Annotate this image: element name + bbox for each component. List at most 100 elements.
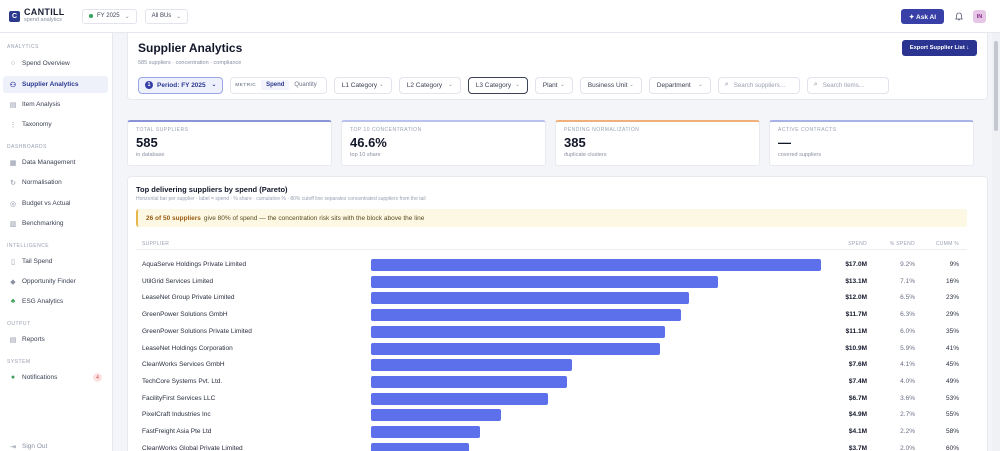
pct-spend-value: 4.1% xyxy=(900,361,915,369)
bar-track xyxy=(371,409,821,422)
sidebar-item-spend-overview[interactable]: ○ Spend Overview xyxy=(3,55,108,72)
spend-bar[interactable] xyxy=(371,309,681,322)
department-dropdown[interactable]: Department ⌄ xyxy=(648,76,711,94)
metric-option-quantity[interactable]: Quantity xyxy=(289,80,321,90)
supplier-name[interactable]: PixelCraft Industries Inc xyxy=(142,411,211,418)
sidebar-item-normalisation[interactable]: ↻ Normalisation xyxy=(3,174,108,191)
spend-bar[interactable] xyxy=(371,442,469,451)
sidebar-item-budget-vs-actual[interactable]: ◎ Budget vs Actual xyxy=(3,195,108,212)
plant-dropdown[interactable]: Plant ⌄ xyxy=(534,76,573,94)
dropdown-label: L1 Category xyxy=(341,81,378,89)
scrollbar-thumb[interactable] xyxy=(994,41,998,131)
pct-spend-value: 2.7% xyxy=(900,411,915,419)
supplier-name[interactable]: GreenPower Solutions Private Limited xyxy=(142,328,252,335)
user-avatar[interactable]: IN xyxy=(973,10,986,23)
target-icon: ◎ xyxy=(9,200,17,208)
dropdown-label: Plant xyxy=(542,81,558,89)
sidebar-item-notifications[interactable]: ● Notifications 4 xyxy=(3,369,108,386)
table-row[interactable]: PixelCraft Industries Inc $4.9M 2.7% 55% xyxy=(136,407,967,424)
sidebar-item-supplier-analytics[interactable]: ⚇ Supplier Analytics xyxy=(3,76,108,93)
spend-bar[interactable] xyxy=(371,325,665,338)
column-header-cumm-pct[interactable]: CUMM % xyxy=(936,241,959,247)
search-items-input[interactable]: ⌕ Search items… xyxy=(806,76,889,94)
spend-bar[interactable] xyxy=(371,259,821,271)
spend-bar[interactable] xyxy=(371,409,501,422)
export-supplier-list-button[interactable]: Export Supplier List ↓ xyxy=(902,40,977,56)
supplier-name[interactable]: GreenPower Solutions GmbH xyxy=(142,311,228,318)
table-row[interactable]: FastFreight Asia Pte Ltd $4.1M 2.2% 58% xyxy=(136,424,967,441)
spend-bar[interactable] xyxy=(371,392,549,405)
supplier-name[interactable]: FastFreight Asia Pte Ltd xyxy=(142,428,211,435)
sidebar-item-esg-analytics[interactable]: ♣ ESG Analytics xyxy=(3,293,108,310)
table-row[interactable]: UtilGrid Services Limited $13.1M 7.1% 16% xyxy=(136,274,967,291)
table-row[interactable]: LeaseNet Group Private Limited $12.0M 6.5%… xyxy=(136,290,967,307)
table-row[interactable]: CleanWorks Services GmbH $7.6M 4.1% 45% xyxy=(136,357,967,374)
chevron-down-icon: ⌄ xyxy=(176,13,182,20)
period-filter[interactable]: 1 Period: FY 2025 ⌄ xyxy=(138,76,224,94)
table-row[interactable]: AquaServe Holdings Private Limited $17.0M… xyxy=(136,257,967,274)
metric-option-spend[interactable]: Spend xyxy=(261,80,290,90)
search-icon: ⌕ xyxy=(724,81,729,88)
supplier-name[interactable]: AquaServe Holdings Private Limited xyxy=(142,261,246,268)
spend-value: $12.0M xyxy=(845,294,867,302)
table-row[interactable]: FacilityFirst Services LLC $6.7M 3.6% 53% xyxy=(136,391,967,408)
l3-category-dropdown[interactable]: L3 Category ⌄ xyxy=(467,76,528,94)
sidebar-item-tail-spend[interactable]: ▯ Tail Spend xyxy=(3,253,108,270)
supplier-name[interactable]: LeaseNet Holdings Corporation xyxy=(142,345,233,352)
main-content: Supplier Analytics 585 suppliers · conce… xyxy=(113,33,1000,451)
spend-bar[interactable] xyxy=(371,426,480,438)
sidebar-item-label: Benchmarking xyxy=(22,220,64,227)
spend-bar[interactable] xyxy=(371,375,567,388)
column-header-pct-spend[interactable]: % SPEND xyxy=(890,241,915,247)
sidebar-item-benchmarking[interactable]: ▥ Benchmarking xyxy=(3,215,108,232)
page-subtitle: 585 suppliers · concentration · complian… xyxy=(138,60,242,66)
app-tagline: spend analytics xyxy=(24,17,62,24)
table-row[interactable]: GreenPower Solutions GmbH $11.7M 6.3% 29% xyxy=(136,307,967,324)
cumulative-pct-value: 29% xyxy=(945,311,959,319)
table-row[interactable]: CleanWorks Global Private Limited $3.7M 2.… xyxy=(136,441,967,451)
sign-out-button[interactable]: ⇥ Sign Out xyxy=(3,438,108,451)
metric-toggle: METRIC Spend Quantity xyxy=(230,76,327,94)
sidebar-item-label: Normalisation xyxy=(22,179,62,186)
spend-bar[interactable] xyxy=(371,342,660,355)
spend-bar[interactable] xyxy=(371,275,718,288)
supplier-name[interactable]: LeaseNet Group Private Limited xyxy=(142,294,235,301)
column-header-supplier[interactable]: SUPPLIER xyxy=(142,241,169,247)
sidebar-item-opportunity-finder[interactable]: ◆ Opportunity Finder xyxy=(3,273,108,290)
spend-bar[interactable] xyxy=(371,359,573,372)
column-header-spend[interactable]: SPEND xyxy=(848,241,867,247)
sign-out-icon: ⇥ xyxy=(10,443,16,451)
search-suppliers-input[interactable]: ⌕ Search suppliers… xyxy=(717,76,800,94)
table-row[interactable]: TechCore Systems Pvt. Ltd. $7.4M 4.0% 49% xyxy=(136,374,967,391)
cumulative-pct-value: 35% xyxy=(945,327,959,335)
page-scrollbar[interactable] xyxy=(992,33,1000,451)
sidebar-item-reports[interactable]: ▤ Reports xyxy=(3,331,108,348)
l2-category-dropdown[interactable]: L2 Category ⌄ xyxy=(398,76,461,94)
sidebar-item-data-management[interactable]: ▦ Data Management xyxy=(3,154,108,171)
l1-category-dropdown[interactable]: L1 Category ⌄ xyxy=(333,76,392,94)
supplier-name[interactable]: CleanWorks Services GmbH xyxy=(142,361,225,368)
table-row[interactable]: LeaseNet Holdings Corporation $10.9M 5.9% 4… xyxy=(136,341,967,358)
supplier-name[interactable]: CleanWorks Global Private Limited xyxy=(142,445,243,451)
spend-value: $7.6M xyxy=(848,361,867,369)
supplier-name[interactable]: FacilityFirst Services LLC xyxy=(142,395,215,402)
kpi-sub: covered suppliers xyxy=(778,152,822,158)
spend-bar[interactable] xyxy=(371,292,689,305)
fiscal-year-selector[interactable]: FY 2025 ⌄ xyxy=(82,8,137,24)
bell-icon[interactable] xyxy=(952,10,965,23)
supplier-name[interactable]: UtilGrid Services Limited xyxy=(142,278,213,285)
sidebar: ANALYTICS ○ Spend Overview ⚇ Supplier An… xyxy=(0,33,113,451)
table-row[interactable]: GreenPower Solutions Private Limited $11.… xyxy=(136,324,967,341)
supplier-name[interactable]: TechCore Systems Pvt. Ltd. xyxy=(142,378,222,385)
chevron-down-icon: ⌄ xyxy=(448,82,453,88)
pct-spend-value: 6.3% xyxy=(900,311,915,319)
sidebar-item-taxonomy[interactable]: ⋮ Taxonomy xyxy=(3,116,108,133)
report-icon: ▤ xyxy=(9,336,17,344)
business-unit-dropdown[interactable]: Business Unit ⌄ xyxy=(579,76,642,94)
brand-logo[interactable]: C CANTILL spend analytics xyxy=(0,8,80,24)
tree-icon: ⋮ xyxy=(9,121,17,129)
sidebar-item-item-analysis[interactable]: ▤ Item Analysis xyxy=(3,96,108,113)
refresh-icon: ↻ xyxy=(10,179,16,187)
business-unit-selector[interactable]: All BUs ⌄ xyxy=(144,8,189,24)
ask-ai-button[interactable]: ✦ Ask AI xyxy=(901,9,944,24)
